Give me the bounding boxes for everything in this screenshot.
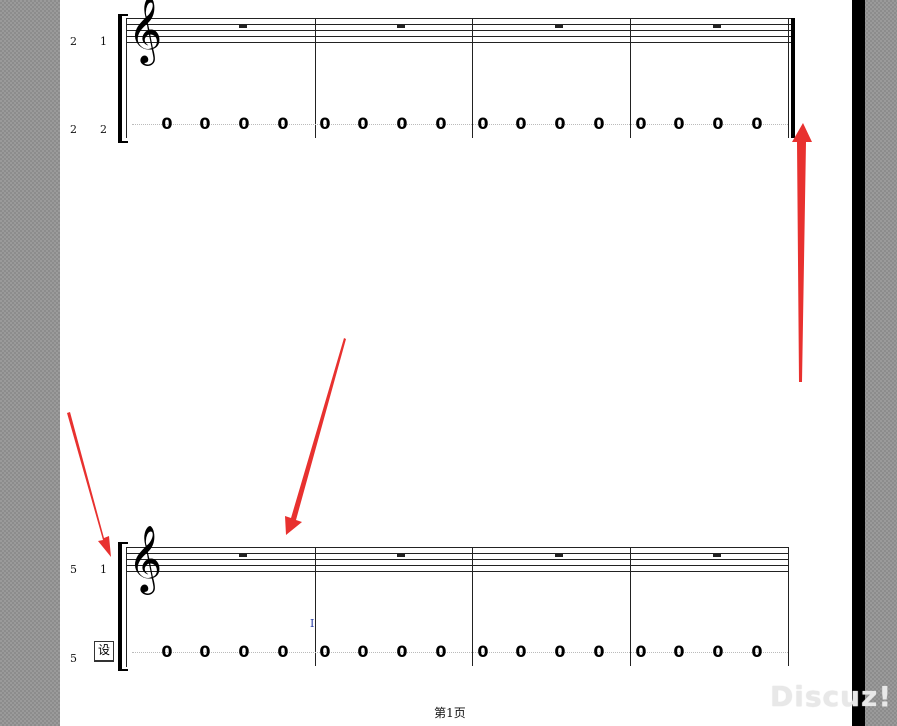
bracket-bottom-hook — [118, 669, 128, 671]
staff-label-part: 2 — [70, 123, 77, 136]
barline — [788, 18, 789, 138]
barline — [472, 547, 473, 666]
whole-rest[interactable] — [713, 553, 721, 557]
whole-rest[interactable] — [555, 24, 563, 28]
jianpu-note[interactable]: 0 — [711, 642, 725, 661]
jianpu-note[interactable]: 0 — [476, 642, 490, 661]
treble-clef-icon: 𝄞 — [128, 524, 163, 592]
jianpu-line — [132, 124, 788, 125]
treble-clef-icon: 𝄞 — [128, 0, 163, 63]
jianpu-note[interactable]: 0 — [711, 114, 725, 133]
barline — [630, 18, 631, 138]
whole-rest[interactable] — [713, 24, 721, 28]
staff-line — [126, 18, 791, 19]
jianpu-note[interactable]: 0 — [553, 114, 567, 133]
text-cursor-icon: I — [310, 617, 315, 630]
bracket-top-hook — [118, 14, 128, 16]
jianpu-note[interactable]: 0 — [634, 114, 648, 133]
staff-line — [126, 565, 789, 566]
page-edge-shadow — [852, 0, 865, 726]
jianpu-note[interactable]: 0 — [318, 114, 332, 133]
jianpu-note[interactable]: 0 — [750, 114, 764, 133]
barline — [472, 18, 473, 138]
bracket-top-hook — [118, 542, 128, 544]
jianpu-note[interactable]: 0 — [356, 114, 370, 133]
staff-line — [126, 571, 789, 572]
staff-label-part: 2 — [70, 35, 77, 48]
staff-label-part: 5 — [70, 563, 77, 576]
watermark-logo: Discuz! — [770, 680, 893, 713]
jianpu-note[interactable]: 0 — [395, 114, 409, 133]
jianpu-note[interactable]: 0 — [434, 642, 448, 661]
jianpu-note[interactable]: 0 — [356, 642, 370, 661]
whole-rest[interactable] — [239, 24, 247, 28]
staff-line — [126, 24, 791, 25]
barline — [630, 547, 631, 666]
jianpu-note[interactable]: 0 — [592, 114, 606, 133]
barline — [788, 547, 789, 666]
jianpu-note[interactable]: 0 — [750, 642, 764, 661]
jianpu-line — [132, 652, 788, 653]
jianpu-note[interactable]: 0 — [634, 642, 648, 661]
jianpu-note[interactable]: 0 — [514, 642, 528, 661]
jianpu-note[interactable]: 0 — [276, 642, 290, 661]
score-page[interactable] — [60, 0, 852, 726]
staff-line — [126, 553, 789, 554]
barline — [315, 18, 316, 138]
jianpu-note[interactable]: 0 — [514, 114, 528, 133]
whole-rest[interactable] — [239, 553, 247, 557]
jianpu-note[interactable]: 0 — [160, 114, 174, 133]
jianpu-note[interactable]: 0 — [672, 114, 686, 133]
staff-line — [126, 42, 791, 43]
jianpu-note[interactable]: 0 — [198, 114, 212, 133]
jianpu-note[interactable]: 0 — [237, 114, 251, 133]
staff-line — [126, 30, 791, 31]
staff-line — [126, 559, 789, 560]
system-bracket — [118, 544, 122, 670]
staff-label-number: 1 — [100, 35, 107, 48]
staff-label-part: 5 — [70, 652, 77, 665]
staff-label-number: 2 — [100, 123, 107, 136]
jianpu-note[interactable]: 0 — [237, 642, 251, 661]
whole-rest[interactable] — [397, 24, 405, 28]
staff-line — [126, 36, 791, 37]
whole-rest[interactable] — [397, 553, 405, 557]
jianpu-note[interactable]: 0 — [672, 642, 686, 661]
jianpu-note[interactable]: 0 — [553, 642, 567, 661]
jianpu-note[interactable]: 0 — [592, 642, 606, 661]
bracket-bottom-hook — [118, 141, 128, 143]
whole-rest[interactable] — [555, 553, 563, 557]
jianpu-note[interactable]: 0 — [198, 642, 212, 661]
page-number: 第1页 — [434, 706, 466, 720]
system-bracket — [118, 16, 122, 142]
jianpu-note[interactable]: 0 — [476, 114, 490, 133]
jianpu-note[interactable]: 0 — [395, 642, 409, 661]
scroll-area[interactable] — [865, 0, 897, 726]
settings-button[interactable]: 设 — [94, 641, 114, 662]
staff-line — [126, 547, 789, 548]
jianpu-note[interactable]: 0 — [434, 114, 448, 133]
final-barline — [791, 18, 795, 138]
staff-label-number: 1 — [100, 563, 107, 576]
barline — [315, 547, 316, 666]
jianpu-note[interactable]: 0 — [276, 114, 290, 133]
jianpu-note[interactable]: 0 — [160, 642, 174, 661]
jianpu-note[interactable]: 0 — [318, 642, 332, 661]
